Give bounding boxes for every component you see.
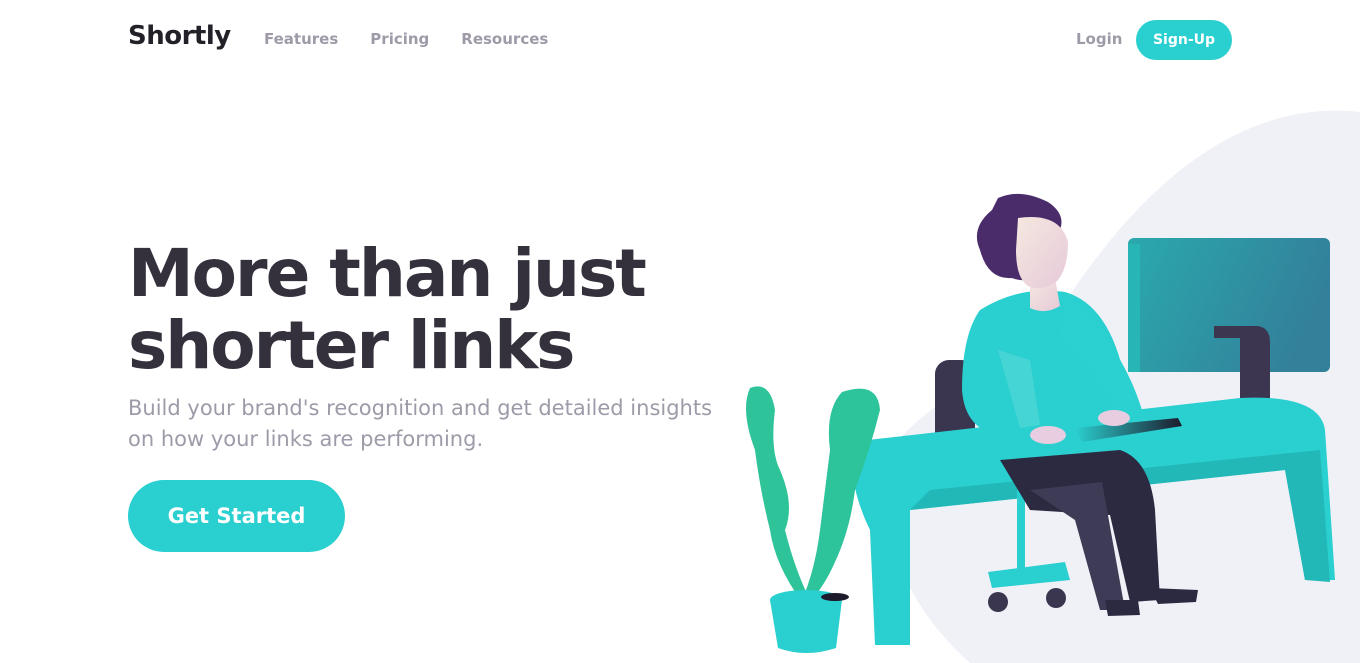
person-face [1016, 217, 1068, 289]
get-started-button[interactable]: Get Started [128, 480, 345, 552]
signup-button[interactable]: Sign-Up [1136, 20, 1232, 60]
main-nav: Features Pricing Resources [264, 30, 548, 48]
plant-pot [770, 600, 842, 653]
nav-link-features[interactable]: Features [264, 30, 338, 48]
person-hand [1030, 426, 1066, 444]
plant-soil [821, 593, 849, 601]
chair-post [1017, 490, 1025, 570]
nav-link-pricing[interactable]: Pricing [370, 30, 429, 48]
hero-title: More than just shorter links [128, 235, 647, 384]
logo[interactable]: Shortly [128, 21, 231, 51]
login-link[interactable]: Login [1076, 30, 1122, 48]
working-illustration [746, 110, 1360, 663]
chair-wheel [988, 592, 1008, 612]
person-hand [1098, 410, 1130, 426]
person-shoe [1105, 600, 1140, 616]
nav-link-resources[interactable]: Resources [461, 30, 548, 48]
monitor-side [1128, 244, 1140, 372]
monitor-screen [1128, 238, 1330, 372]
chair-wheel [1046, 588, 1066, 608]
plant-leaf [746, 386, 810, 602]
person-shoe [1150, 588, 1198, 604]
site-header: Shortly Features Pricing Resources Login… [0, 0, 1360, 80]
hero-subtitle: Build your brand's recognition and get d… [128, 396, 713, 451]
